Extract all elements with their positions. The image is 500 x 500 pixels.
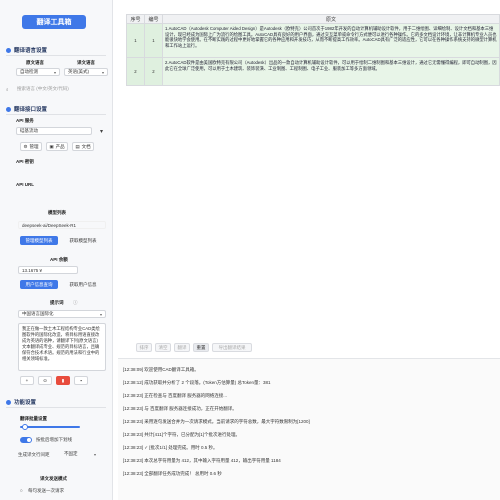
export-button[interactable]: 导出翻译结果 <box>212 343 252 352</box>
lang-search-input[interactable]: 搜索语言 (中文/英文/代码) <box>14 85 108 93</box>
send-option-label: 每句发送一次请求 <box>28 488 64 493</box>
log-line: [12:38:23] 与 百度翻译 服务器连接成功，正在开始翻译。 <box>123 406 237 411</box>
api-service-label: API 服务 <box>16 118 34 123</box>
send-mode-label: 译文发送模式 <box>40 476 67 481</box>
translation-table[interactable]: 序号 编号 原文 1 1 1.AutoCAD（Autodesk Computer… <box>126 14 500 86</box>
reset-button[interactable]: 重置 <box>193 343 209 352</box>
col-header-seq[interactable]: 序号 <box>126 14 145 24</box>
plug-icon <box>6 106 11 112</box>
func-section-title[interactable]: 功能设置 <box>6 398 36 406</box>
batch-slider-track[interactable] <box>20 426 80 428</box>
api-url-input[interactable] <box>16 190 108 198</box>
underline-label: 按批后增加下划线 <box>36 437 72 442</box>
model-list-label: 模型列表 <box>48 210 66 215</box>
chevron-down-icon: ▾ <box>101 70 104 75</box>
api-section-title[interactable]: 翻译接口设置 <box>6 105 47 113</box>
divider <box>6 55 106 56</box>
line-spacing-select[interactable]: 不固定 ▾ <box>60 450 100 458</box>
api-url-label: API URL <box>16 182 34 187</box>
table-row[interactable]: 1 1 1.AutoCAD（Autodesk Computer Aided De… <box>126 23 500 58</box>
app-title: 翻译工具箱 <box>22 15 86 29</box>
balance-label: API 余额 <box>50 257 68 262</box>
sort-button[interactable]: 排序 <box>136 343 152 352</box>
search-icon: ⌕ <box>6 87 9 92</box>
col-header-id[interactable]: 编号 <box>144 14 163 24</box>
chevron-down-icon: ▾ <box>99 312 102 317</box>
log-line: [12:38:23] 本次总字符用量为 412，其中输入字符用量 412，输出字… <box>123 458 281 463</box>
log-line: [12:38:23] ✓ [批次1/1] 处理完成。用时 0.5 秒。 <box>123 445 218 450</box>
api-key-input[interactable] <box>16 167 108 175</box>
log-panel[interactable]: [12:38:09] 欢迎使用CAD翻译工具箱。 [12:38:12] 成功获取… <box>118 358 500 500</box>
lang-section-title[interactable]: 翻译语言设置 <box>6 46 47 54</box>
globe-icon <box>6 47 11 53</box>
chevron-down-icon[interactable]: ▾ <box>100 128 103 135</box>
log-line: [12:38:12] 成功获取并分析了 2 个段落。(Token方估算量) 总T… <box>123 380 271 385</box>
balance-value: 13.1675 ¥ <box>18 266 78 274</box>
manage-button[interactable]: ⚙ 管理 <box>20 142 42 151</box>
api-key-label: API 密钥 <box>16 159 34 164</box>
save-button[interactable]: ▪ <box>74 376 88 385</box>
action-toolbar: 排序 清空 翻译 重置 导出翻译结果 <box>136 343 252 352</box>
info-icon: ⓘ <box>73 300 78 305</box>
clear-button[interactable]: 清空 <box>155 343 171 352</box>
table-row[interactable]: 2 2 2.AutoCAD软件是由美国欧特克有限公司（Autodesk）出品的一… <box>126 57 500 86</box>
log-line: [12:38:23] 采用逐句发送合并为一次请求模式。当前请求的字符总数，最大字… <box>123 419 310 424</box>
product-button[interactable]: ▣ 产品 <box>46 142 68 151</box>
log-line: [12:38:23] 正在检查与 百度翻译 服务器的网络连接... <box>123 393 228 398</box>
plus-icon: + <box>25 378 29 383</box>
delete-button[interactable]: ▮ <box>56 376 70 385</box>
log-line: [12:38:23] 全部翻译任务成功完成！ 总用时 0.6 秒 <box>123 471 222 476</box>
prompt-label: 提示词 <box>50 300 64 305</box>
brand: 翻译工具箱 <box>0 0 108 35</box>
source-lang-select[interactable]: 自动检测 ▾ <box>16 68 60 76</box>
translate-button[interactable]: 翻译 <box>174 343 190 352</box>
chevron-down-icon: ▾ <box>93 452 96 457</box>
settings-icon <box>6 399 11 405</box>
chevron-down-icon: ▾ <box>53 70 56 75</box>
manage-models-button[interactable]: 管理模型列表 <box>20 236 58 245</box>
log-line: [12:38:09] 欢迎使用CAD翻译工具箱。 <box>123 367 199 372</box>
copy-button[interactable]: ⊙ <box>38 376 52 385</box>
source-lang-label: 原文语言 <box>26 60 44 65</box>
doc-icon: ▤ <box>75 143 80 149</box>
box-icon: ▣ <box>49 143 54 149</box>
radio-icon[interactable]: ○ <box>20 488 23 493</box>
line-spacing-label: 生成译文行间距 <box>18 452 50 457</box>
log-line: [12:38:23] 共计[411]个字符，已分配为[1]个批次进行处理。 <box>123 432 240 437</box>
api-service-select[interactable]: 硅基流动 <box>16 127 92 135</box>
add-button[interactable]: + <box>20 376 34 385</box>
user-info-button[interactable]: 用户信息查询 <box>20 280 58 289</box>
model-select[interactable]: deepseek-ai/DeepSeek-R1 <box>18 221 106 229</box>
docs-button[interactable]: ▤ 文档 <box>72 142 94 151</box>
batch-slider-knob[interactable] <box>22 424 28 430</box>
batch-label: 翻译批量设置 <box>20 416 47 421</box>
fetch-user-button[interactable]: 获取用户信息 <box>63 280 103 289</box>
divider <box>6 114 106 115</box>
target-lang-label: 译文语言 <box>77 60 95 65</box>
underline-toggle[interactable] <box>20 437 32 443</box>
col-header-source[interactable]: 原文 <box>162 14 500 24</box>
sidebar: 翻译工具箱 翻译语言设置 原文语言 译文语言 自动检测 ▾ 英语(美式) ▾ ⌕ 搜… <box>0 0 113 500</box>
save-icon: ▪ <box>80 378 82 383</box>
prompt-select[interactable]: 中国语言国际化 ▾ <box>18 310 106 318</box>
fetch-models-button[interactable]: 获取模型列表 <box>63 236 103 245</box>
copy-icon: ⊙ <box>43 377 47 383</box>
target-lang-select[interactable]: 英语(美式) ▾ <box>64 68 108 76</box>
trash-icon: ▮ <box>61 377 65 383</box>
prompt-textarea[interactable]: 我正在做一款土木工程结构专业CAD类绘图软件的国际化改造，将目标用语直接改成为英… <box>18 323 106 371</box>
divider <box>6 407 106 408</box>
gear-icon: ⚙ <box>23 143 28 149</box>
